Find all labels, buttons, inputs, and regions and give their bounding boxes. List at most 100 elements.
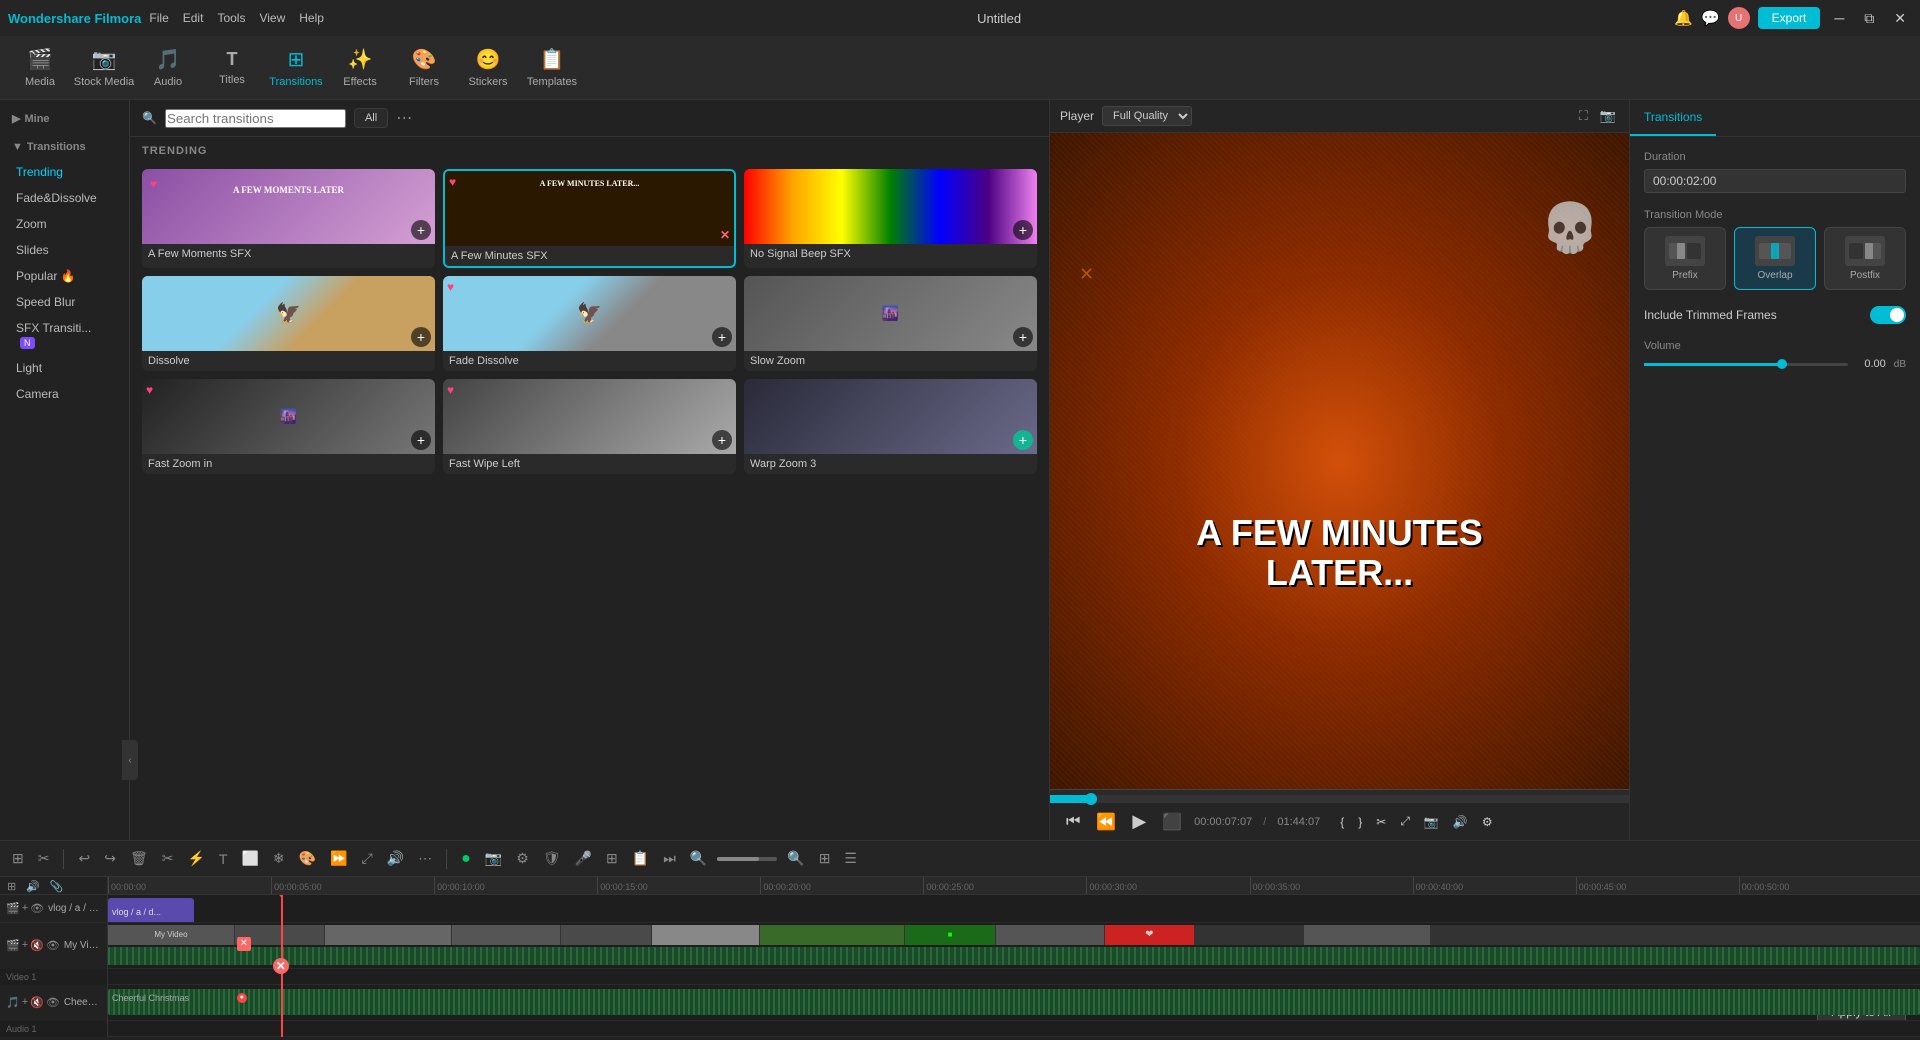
transition-card-6[interactable]: 🌆 ♥ + Fast Zoom in — [142, 379, 435, 474]
snapshot-button[interactable]: 📷 — [1420, 812, 1443, 831]
filter-all-button[interactable]: All — [354, 108, 388, 128]
tool-stock-media[interactable]: 📷 Stock Media — [72, 40, 136, 96]
mode-postfix[interactable]: Postfix — [1824, 227, 1906, 290]
tool-titles[interactable]: T Titles — [200, 40, 264, 96]
vlog-clip[interactable]: vlog / a / d... — [108, 898, 194, 922]
mic-button[interactable]: 🎤 — [571, 848, 596, 869]
sidebar-item-zoom[interactable]: Zoom — [0, 211, 129, 237]
sidebar-item-light[interactable]: Light — [0, 355, 129, 381]
audio-track-body[interactable]: Cheerful Christmas ● — [108, 985, 1920, 1021]
magnet-button[interactable]: 📎 — [47, 879, 67, 894]
fullscreen-icon[interactable]: ⛶ — [1576, 107, 1591, 125]
tab-transitions[interactable]: Transitions — [1630, 100, 1716, 136]
menu-view[interactable]: View — [259, 11, 285, 25]
notification-icon[interactable]: 🔔 — [1674, 9, 1693, 27]
sidebar-item-speed-blur[interactable]: Speed Blur — [0, 289, 129, 315]
vlog-eye-icon[interactable]: 👁 — [30, 902, 44, 915]
ripple-cut-button[interactable]: ⚡ — [183, 848, 208, 869]
pip-button[interactable]: ⊞ — [602, 848, 622, 869]
transition-card-8[interactable]: + Warp Zoom 3 — [744, 379, 1037, 474]
mark-out-button[interactable]: } — [1354, 812, 1366, 831]
text-button[interactable]: T — [215, 849, 232, 869]
transition-card-5[interactable]: 🌆 + Slow Zoom — [744, 276, 1037, 371]
search-input[interactable] — [165, 109, 346, 128]
video-track-body[interactable]: My Video ■ ❤ — [108, 923, 1920, 969]
user-avatar[interactable]: U — [1728, 7, 1750, 29]
tool-filters[interactable]: 🎨 Filters — [392, 40, 456, 96]
transition-card-2[interactable]: + No Signal Beep SFX — [744, 169, 1037, 268]
transition-card-7[interactable]: ♥ + Fast Wipe Left — [443, 379, 736, 474]
sidebar-mine-header[interactable]: ▶ Mine — [0, 108, 129, 129]
copy-button[interactable]: 📋 — [628, 848, 653, 869]
settings-tl-button[interactable]: ⚙ — [512, 848, 533, 869]
crop-button[interactable]: ⬜ — [237, 848, 262, 869]
zoom-slider[interactable] — [717, 857, 777, 861]
delete-button[interactable]: 🗑 — [126, 848, 152, 869]
trimmed-frames-toggle[interactable] — [1870, 306, 1906, 324]
cut-button[interactable]: ✂ — [158, 848, 178, 869]
sidebar-item-camera[interactable]: Camera — [0, 381, 129, 407]
fullscreen-player-button[interactable]: ⤢ — [1396, 812, 1414, 831]
trim-button[interactable]: ✂ — [1372, 812, 1390, 831]
player-timeline[interactable] — [1050, 795, 1629, 803]
add-btn-7[interactable]: + — [712, 430, 732, 450]
record-button[interactable]: ● — [457, 848, 475, 870]
add-btn-2[interactable]: + — [1013, 220, 1033, 240]
add-btn-6[interactable]: + — [411, 430, 431, 450]
add-btn-0[interactable]: + — [411, 220, 431, 240]
message-icon[interactable]: 💬 — [1701, 9, 1720, 27]
speed-button[interactable]: ⏩ — [326, 848, 351, 869]
audio-add-icon[interactable]: + — [22, 996, 28, 1009]
menu-file[interactable]: File — [149, 11, 168, 25]
sidebar-item-sfx[interactable]: SFX Transiti... N — [0, 315, 129, 355]
player-video[interactable]: 💀 ✕ A FEW MINUTESLATER... — [1050, 133, 1629, 789]
vlog-track-body[interactable]: vlog / a / d... — [108, 895, 1920, 922]
redo-button[interactable]: ↪ — [100, 848, 120, 869]
vlog-add-icon[interactable]: + — [22, 902, 28, 915]
tool-audio[interactable]: 🎵 Audio — [136, 40, 200, 96]
screenshot-icon[interactable]: 📷 — [1597, 107, 1619, 125]
mode-prefix[interactable]: Prefix — [1644, 227, 1726, 290]
settings-player-button[interactable]: ⚙ — [1478, 812, 1497, 831]
shield-button[interactable]: 🛡 — [539, 848, 565, 869]
export-button[interactable]: Export — [1758, 7, 1821, 29]
forward-button[interactable]: ⏭ — [659, 848, 680, 869]
menu-help[interactable]: Help — [299, 11, 324, 25]
restore-button[interactable]: ⧉ — [1858, 8, 1880, 29]
transition-card-3[interactable]: 🦅 + Dissolve — [142, 276, 435, 371]
audio-player-button[interactable]: 🔊 — [1449, 812, 1472, 831]
audio-mute-icon[interactable]: 🔇 — [30, 996, 44, 1009]
mark-in-button[interactable]: { — [1336, 812, 1348, 831]
tool-effects[interactable]: ✨ Effects — [328, 40, 392, 96]
video-eye-icon[interactable]: 👁 — [46, 939, 60, 952]
tool-templates[interactable]: 📋 Templates — [520, 40, 584, 96]
tool-stickers[interactable]: 😊 Stickers — [456, 40, 520, 96]
audio-eye-icon[interactable]: 👁 — [46, 996, 60, 1009]
sidebar-item-trending[interactable]: Trending — [0, 159, 129, 185]
split-audio-button[interactable]: 🔊 — [383, 848, 408, 869]
more-options-button[interactable]: ⋯ — [396, 108, 412, 128]
tool-transitions[interactable]: ⊞ Transitions — [264, 40, 328, 96]
sidebar-item-slides[interactable]: Slides — [0, 237, 129, 263]
player-handle[interactable] — [1085, 793, 1097, 805]
color-button[interactable]: 🎨 — [295, 848, 320, 869]
audio-sync-button[interactable]: 🔊 — [23, 879, 43, 894]
skip-back-button[interactable]: ⏮ — [1062, 811, 1084, 833]
transition-card-0[interactable]: ♥ A FEW MOMENTS LATER + A Few Moments SF… — [142, 169, 435, 268]
mode-overlap[interactable]: Overlap — [1734, 227, 1816, 290]
smart-cutout-button[interactable]: ✂ — [34, 848, 54, 869]
freeze-button[interactable]: ❄ — [269, 848, 289, 869]
transition-card-4[interactable]: 🦅 ♥ + Fade Dissolve — [443, 276, 736, 371]
quality-selector[interactable]: Full Quality 1/2 Quality 1/4 Quality — [1102, 106, 1192, 126]
menu-edit[interactable]: Edit — [183, 11, 204, 25]
add-btn-5[interactable]: + — [1013, 327, 1033, 347]
play-button[interactable]: ▶ — [1128, 809, 1150, 834]
sidebar-item-popular[interactable]: Popular 🔥 — [0, 263, 129, 289]
video-mute-icon[interactable]: 🔇 — [30, 939, 44, 952]
more-button[interactable]: ⋯ — [414, 848, 436, 869]
zoom-out-btn[interactable]: 🔍 — [686, 848, 711, 869]
close-button[interactable]: ✕ — [1888, 8, 1912, 29]
camera-tl-button[interactable]: 📷 — [481, 848, 506, 869]
video-add-icon[interactable]: + — [22, 939, 28, 952]
grid-button[interactable]: ⊞ — [815, 848, 835, 869]
